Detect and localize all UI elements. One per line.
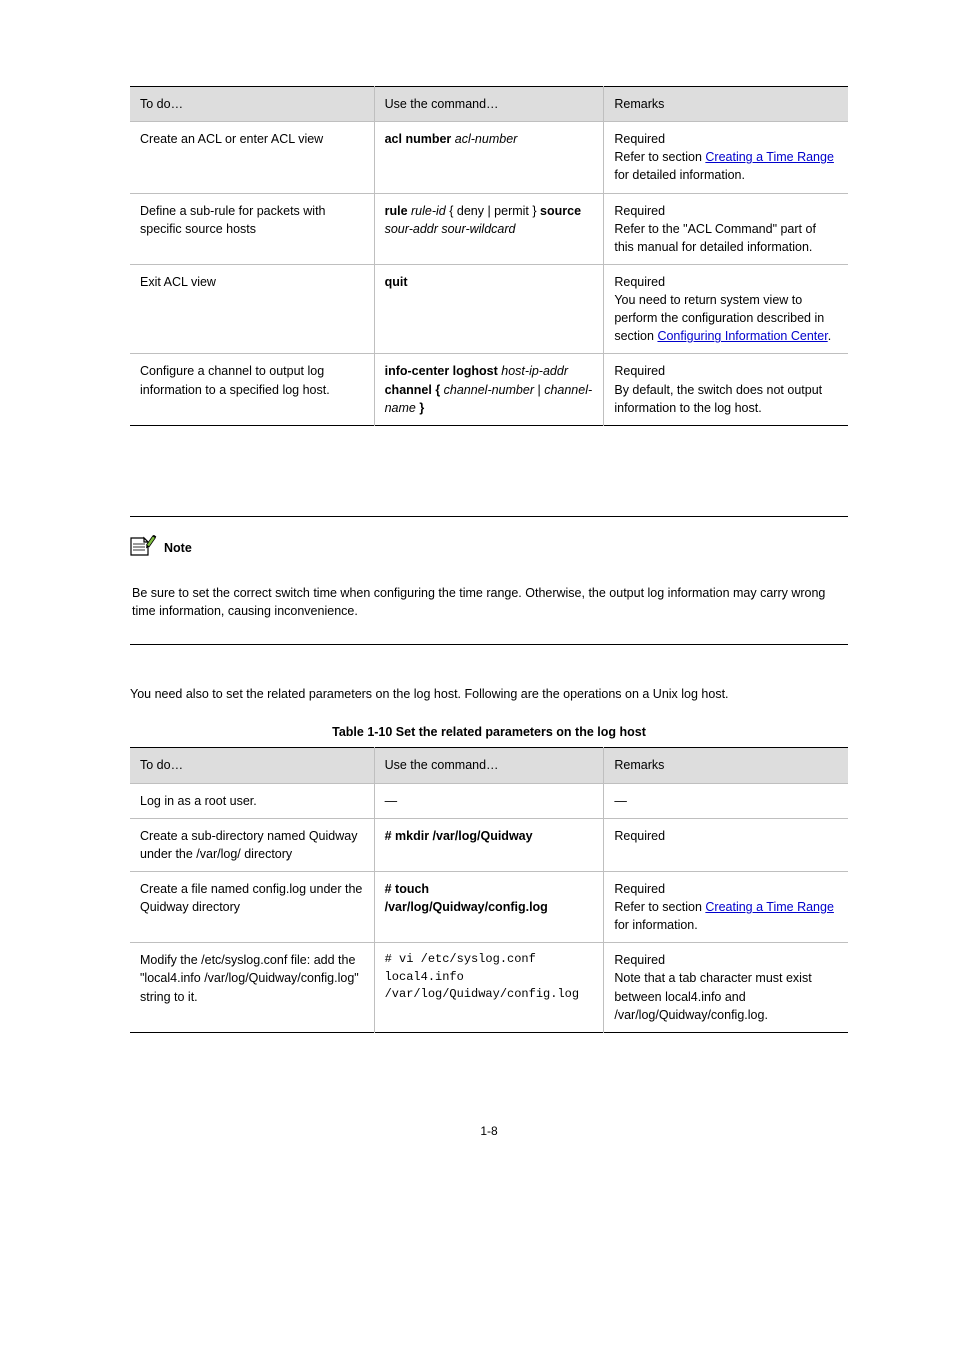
table-row: Log in as a root user. — —	[130, 783, 848, 818]
note-block: Note Be sure to set the correct switch t…	[130, 516, 848, 645]
cmd-arg: sour-addr sour-wildcard	[385, 222, 516, 236]
cell-command: —	[374, 783, 604, 818]
cmd-text: }	[416, 401, 424, 415]
table-row: Create an ACL or enter ACL view acl numb…	[130, 122, 848, 193]
cell-command: # vi /etc/syslog.conf local4.info /var/l…	[374, 943, 604, 1033]
cell-remarks: Required By default, the switch does not…	[604, 354, 848, 425]
note-body: Be sure to set the correct switch time w…	[130, 584, 848, 620]
cmd-text: channel {	[385, 383, 444, 397]
cell-todo: Configure a channel to output log inform…	[130, 354, 374, 425]
cell-command: info-center loghost host-ip-addr channel…	[374, 354, 604, 425]
cell-remarks: —	[604, 783, 848, 818]
table-row: Exit ACL view quit Required You need to …	[130, 264, 848, 354]
cross-ref-link[interactable]: Configuring Information Center	[657, 329, 827, 343]
cmd-arg: acl-number	[455, 132, 518, 146]
cell-command: quit	[374, 264, 604, 354]
th-command: Use the command…	[374, 748, 604, 783]
cross-ref-link[interactable]: Creating a Time Range	[705, 900, 834, 914]
cmd-text: # touch /var/log/Quidway/config.log	[385, 882, 548, 914]
cell-command: acl number acl-number	[374, 122, 604, 193]
cell-todo: Define a sub-rule for packets with speci…	[130, 193, 374, 264]
cell-todo: Modify the /etc/syslog.conf file: add th…	[130, 943, 374, 1033]
table-commands-2: To do… Use the command… Remarks Log in a…	[130, 747, 848, 1032]
cell-remarks: Required Refer to the "ACL Command" part…	[604, 193, 848, 264]
cell-command: # touch /var/log/Quidway/config.log	[374, 871, 604, 942]
cell-todo: Exit ACL view	[130, 264, 374, 354]
remark-post: for information.	[614, 918, 697, 932]
cmd-alt: |	[534, 383, 544, 397]
note-label: Note	[164, 539, 192, 557]
cmd-arg: host-ip-addr	[501, 364, 568, 378]
th-todo: To do…	[130, 87, 374, 122]
intro-paragraph: You need also to set the related paramet…	[130, 685, 848, 703]
cell-remarks: Required You need to return system view …	[604, 264, 848, 354]
th-command: Use the command…	[374, 87, 604, 122]
table-caption: Table 1-10 Set the related parameters on…	[130, 723, 848, 741]
cell-command: rule rule-id { deny | permit } source so…	[374, 193, 604, 264]
cmd-arg: rule-id	[408, 204, 450, 218]
cell-todo: Create an ACL or enter ACL view	[130, 122, 374, 193]
table-commands-1: To do… Use the command… Remarks Create a…	[130, 86, 848, 426]
th-todo: To do…	[130, 748, 374, 783]
th-remarks: Remarks	[604, 87, 848, 122]
note-header: Note	[130, 535, 848, 562]
cell-todo: Create a file named config.log under the…	[130, 871, 374, 942]
cmd-alt: { deny | permit }	[449, 204, 536, 218]
cmd-text: source	[537, 204, 581, 218]
cell-todo: Create a sub-directory named Quidway und…	[130, 818, 374, 871]
cell-command: # mkdir /var/log/Quidway	[374, 818, 604, 871]
caption-text: Table 1-10 Set the related parameters on…	[332, 725, 646, 739]
page: To do… Use the command… Remarks Create a…	[0, 0, 954, 1140]
cmd-text: rule	[385, 204, 408, 218]
cell-remarks: Required Note that a tab character must …	[604, 943, 848, 1033]
table-row: Create a sub-directory named Quidway und…	[130, 818, 848, 871]
table-header-row: To do… Use the command… Remarks	[130, 748, 848, 783]
cell-todo: Log in as a root user.	[130, 783, 374, 818]
cell-remarks: Required	[604, 818, 848, 871]
note-icon	[130, 535, 158, 562]
remark-post: for detailed information.	[614, 168, 745, 182]
remark-post: .	[828, 329, 831, 343]
table-row: Modify the /etc/syslog.conf file: add th…	[130, 943, 848, 1033]
cmd-text: quit	[385, 275, 408, 289]
page-number: 1-8	[130, 1123, 848, 1140]
table-header-row: To do… Use the command… Remarks	[130, 87, 848, 122]
table-row: Define a sub-rule for packets with speci…	[130, 193, 848, 264]
remark-pre: Required Refer to section	[614, 882, 705, 914]
remark-pre: Required Refer to section	[614, 132, 705, 164]
th-remarks: Remarks	[604, 748, 848, 783]
cell-remarks: Required Refer to section Creating a Tim…	[604, 122, 848, 193]
cell-remarks: Required Refer to section Creating a Tim…	[604, 871, 848, 942]
cmd-text: acl number	[385, 132, 452, 146]
table-row: Configure a channel to output log inform…	[130, 354, 848, 425]
cmd-text: info-center loghost	[385, 364, 502, 378]
cross-ref-link[interactable]: Creating a Time Range	[705, 150, 834, 164]
cmd-text: # mkdir /var/log/Quidway	[385, 829, 533, 843]
cmd-arg: channel-number	[444, 383, 534, 397]
table-row: Create a file named config.log under the…	[130, 871, 848, 942]
